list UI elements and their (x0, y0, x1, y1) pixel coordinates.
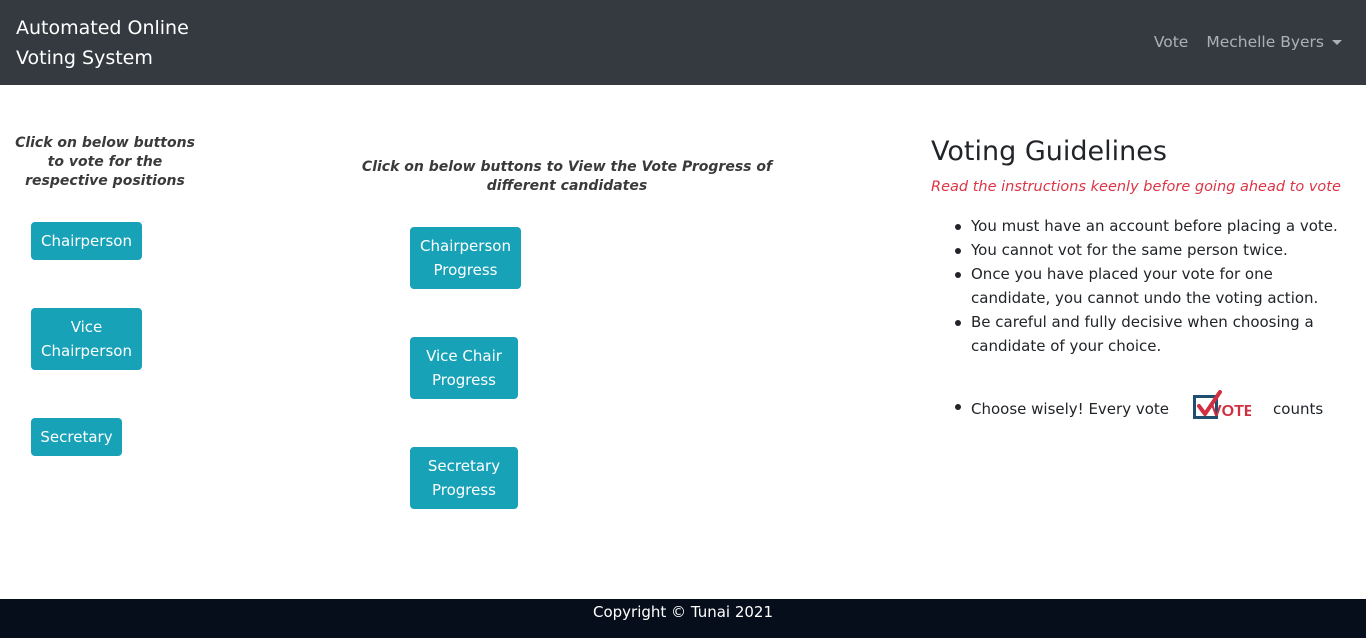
guidelines-list: You must have an account before placing … (951, 214, 1351, 358)
top-navbar: Automated Online Voting System Vote Mech… (0, 0, 1366, 85)
vote-chairperson-button[interactable]: Chairperson (31, 222, 142, 260)
nav-vote-link[interactable]: Vote (1154, 31, 1189, 53)
vote-progress-heading: Click on below buttons to View the Vote … (361, 159, 773, 194)
nav-links: Vote Mechelle Byers (1154, 31, 1342, 53)
guideline-item: You must have an account before placing … (951, 214, 1351, 238)
user-name: Mechelle Byers (1206, 33, 1324, 51)
footer: Copyright © Tunai 2021 (0, 599, 1366, 638)
svg-text:VOTE: VOTE (1211, 403, 1251, 420)
secretary-progress-button[interactable]: Secretary Progress (410, 447, 518, 509)
vice-chair-progress-button[interactable]: Vice Chair Progress (410, 337, 518, 399)
chairperson-progress-button[interactable]: Chairperson Progress (410, 227, 521, 289)
guideline-item: Once you have placed your vote for one c… (951, 262, 1351, 310)
guideline-item: Be careful and fully decisive when choos… (951, 310, 1351, 358)
guidelines-subtitle: Read the instructions keenly before goin… (931, 179, 1341, 195)
guideline-item: You cannot vot for the same person twice… (951, 238, 1351, 262)
user-dropdown[interactable]: Mechelle Byers (1206, 33, 1342, 51)
choose-wisely-text: Choose wisely! Every vote (971, 400, 1170, 418)
caret-down-icon (1332, 40, 1342, 45)
vote-vice-chairperson-button[interactable]: Vice Chairperson (31, 308, 142, 370)
vote-positions-heading: Click on below buttons to vote for the r… (15, 135, 195, 189)
brand-line-1: Automated Online (16, 17, 189, 39)
vote-logo-icon: VOTE (1193, 390, 1255, 428)
brand-line-2: Voting System (16, 47, 153, 69)
counts-text: counts (1273, 400, 1324, 418)
copyright-text: Copyright © Tunai 2021 (592, 603, 774, 621)
brand[interactable]: Automated Online Voting System (16, 13, 216, 73)
guidelines-title: Voting Guidelines (931, 136, 1167, 167)
vote-secretary-button[interactable]: Secretary (31, 418, 122, 456)
choose-wisely-item: Choose wisely! Every vote VOTE counts (951, 390, 1351, 428)
